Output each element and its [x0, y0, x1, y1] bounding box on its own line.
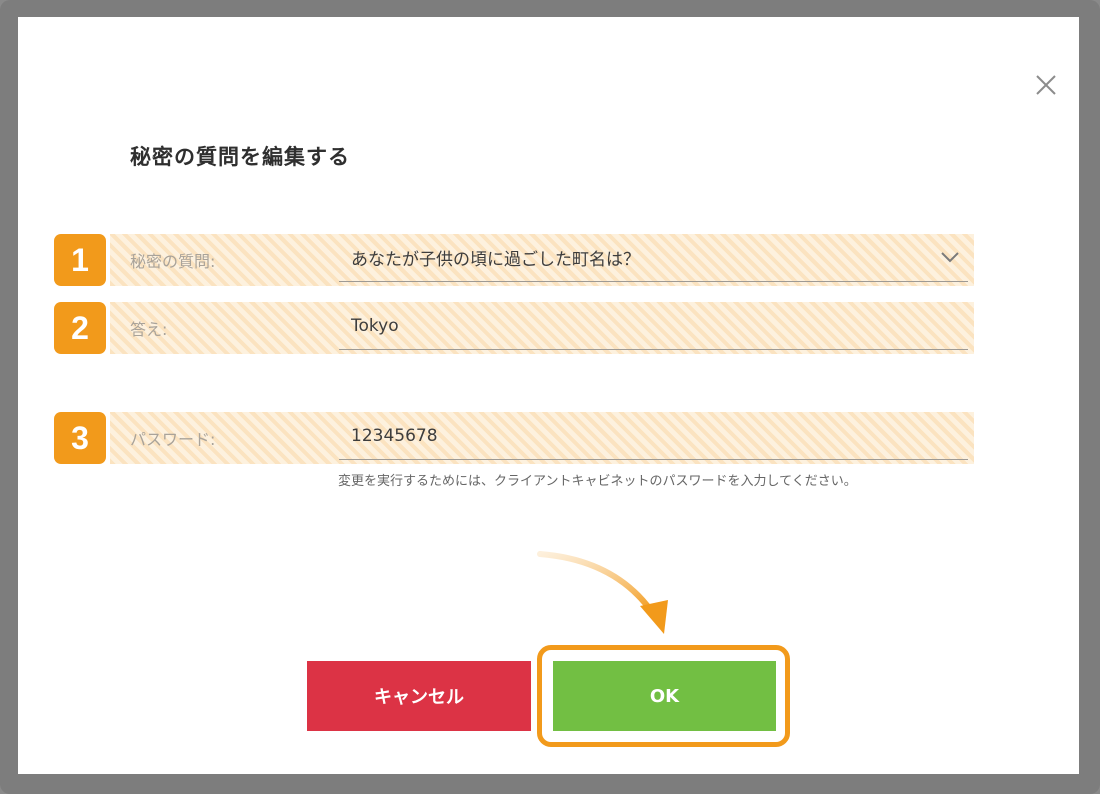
- cancel-button[interactable]: キャンセル: [307, 661, 531, 731]
- ok-button[interactable]: OK: [553, 661, 776, 731]
